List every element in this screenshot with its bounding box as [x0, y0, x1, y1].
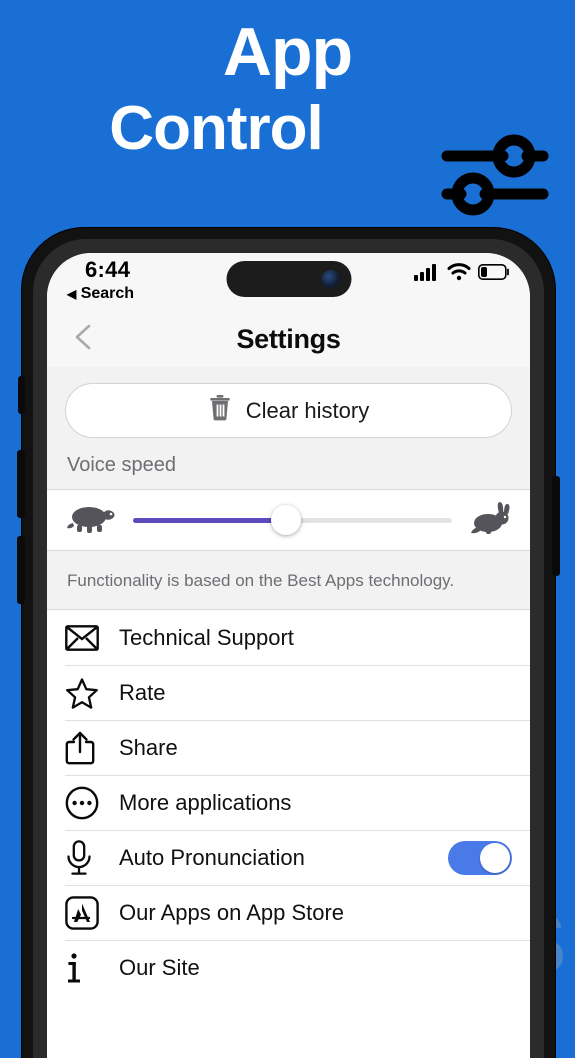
- rabbit-icon: [466, 501, 512, 540]
- cellular-signal-icon: [414, 263, 440, 286]
- navigation-bar: Settings: [47, 315, 530, 367]
- battery-low-icon: [478, 264, 510, 285]
- list-item[interactable]: Share: [47, 720, 530, 775]
- mute-switch-button[interactable]: [18, 376, 25, 414]
- back-arrow-icon: ◀: [67, 287, 77, 301]
- settings-content: Clear history Voice speed Functionality …: [47, 367, 530, 995]
- sliders-icon: [441, 126, 549, 218]
- star-icon: [65, 677, 105, 709]
- app-store-icon: [65, 895, 105, 930]
- status-time: 6:44: [85, 257, 131, 282]
- list-item-label: Our Site: [119, 954, 200, 980]
- auto-pronunciation-toggle[interactable]: [448, 840, 512, 875]
- hero-banner: App Control: [0, 0, 575, 232]
- list-item[interactable]: More applications: [47, 775, 530, 830]
- turtle-icon: [65, 501, 119, 540]
- slider-thumb[interactable]: [271, 505, 302, 535]
- microphone-icon: [65, 839, 105, 876]
- voice-speed-slider-row: [47, 489, 530, 551]
- toggle-knob: [480, 842, 510, 873]
- status-back-to-search[interactable]: ◀ Search: [67, 285, 134, 303]
- volume-up-button[interactable]: [17, 450, 25, 518]
- status-indicators: [414, 263, 510, 286]
- front-camera-icon: [321, 270, 339, 288]
- nav-title: Settings: [236, 324, 341, 354]
- status-bar: 6:44 ◀ Search: [47, 253, 530, 315]
- page-title: App: [222, 14, 353, 90]
- phone-device: 6:44 ◀ Search Settings Clear history Voi…: [17, 228, 560, 1058]
- dynamic-island: [226, 261, 351, 297]
- list-item[interactable]: Rate: [47, 665, 530, 720]
- power-button[interactable]: [552, 476, 560, 576]
- clear-history-label: Clear history: [245, 397, 370, 423]
- envelope-icon: [65, 623, 105, 653]
- voice-speed-section-label: Voice speed: [47, 438, 530, 489]
- info-icon: [65, 951, 105, 985]
- volume-down-button[interactable]: [17, 536, 25, 604]
- clear-history-button[interactable]: Clear history: [65, 383, 512, 438]
- ellipsis-circle-icon: [65, 786, 105, 820]
- footer-note: Functionality is based on the Best Apps …: [47, 551, 530, 610]
- back-button[interactable]: [69, 321, 97, 353]
- list-item-label: More applications: [119, 789, 292, 815]
- voice-speed-slider[interactable]: [133, 505, 452, 535]
- clear-history-section: Clear history: [47, 367, 530, 438]
- phone-screen: 6:44 ◀ Search Settings Clear history Voi…: [47, 253, 530, 1058]
- slider-fill: [133, 517, 287, 523]
- list-item[interactable]: Technical Support: [47, 610, 530, 665]
- list-item-label: Technical Support: [119, 624, 294, 650]
- wifi-icon: [447, 263, 471, 286]
- list-item-label: Our Apps on App Store: [119, 899, 345, 925]
- list-item-label: Auto Pronunciation: [119, 844, 305, 870]
- list-item[interactable]: Auto Pronunciation: [47, 830, 530, 885]
- list-item-label: Share: [119, 734, 178, 760]
- settings-list: Technical Support Rate Share More applicati…: [47, 610, 530, 995]
- chevron-left-icon: [75, 324, 91, 350]
- phone-bezel: 6:44 ◀ Search Settings Clear history Voi…: [33, 239, 544, 1058]
- list-item[interactable]: Our Apps on App Store: [47, 885, 530, 940]
- share-icon: [65, 731, 105, 765]
- status-back-label: Search: [80, 285, 135, 302]
- page-subtitle: Control: [109, 94, 323, 163]
- trash-icon: [208, 394, 232, 427]
- list-item[interactable]: Our Site: [47, 940, 530, 995]
- list-item-label: Rate: [119, 679, 166, 705]
